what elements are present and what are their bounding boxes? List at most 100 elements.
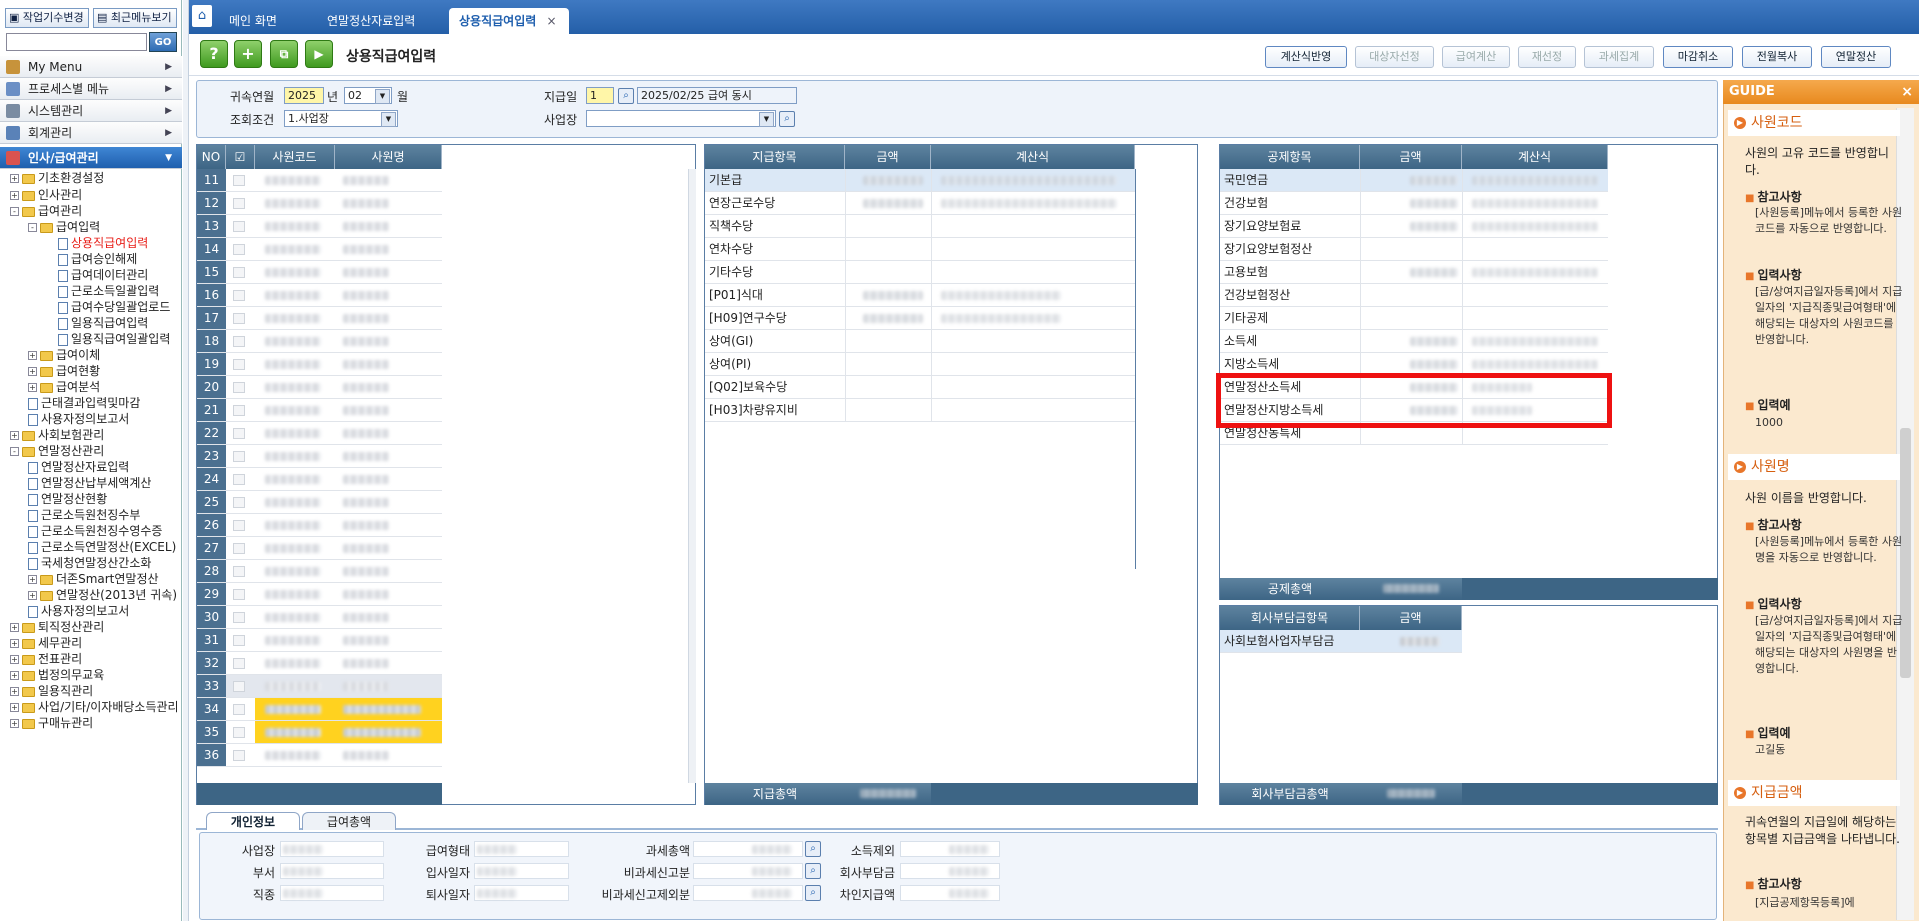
expand-icon[interactable]: + <box>10 191 19 200</box>
cancel-close-button[interactable]: 마감취소 <box>1663 46 1733 68</box>
table-row[interactable]: 16 <box>197 284 442 307</box>
tab-main[interactable]: 메인 화면 <box>229 8 277 34</box>
table-row[interactable]: 34 <box>197 698 442 721</box>
table-row[interactable]: 상여(PI) <box>705 353 1135 376</box>
condition-select[interactable]: 1.사업장 <box>284 110 398 127</box>
row-checkbox[interactable] <box>233 198 245 209</box>
table-row[interactable]: 소득세 <box>1220 330 1608 353</box>
tree-item[interactable]: 근로소득일괄입력 <box>58 283 159 299</box>
row-checkbox[interactable] <box>233 382 245 393</box>
expand-icon[interactable]: + <box>28 591 37 600</box>
month-select[interactable]: 02 <box>344 87 392 104</box>
row-checkbox[interactable] <box>233 175 245 186</box>
table-row[interactable]: 33 <box>197 675 442 698</box>
table-row[interactable]: 32 <box>197 652 442 675</box>
recent-menu-button[interactable]: ▤ 최근메뉴보기 <box>93 8 177 28</box>
tab-pay-total[interactable]: 급여총액 <box>302 812 396 830</box>
row-checkbox[interactable] <box>233 750 245 761</box>
row-checkbox[interactable] <box>233 497 245 508</box>
table-row[interactable]: 15 <box>197 261 442 284</box>
row-checkbox[interactable] <box>233 635 245 646</box>
row-checkbox[interactable] <box>233 244 245 255</box>
row-checkbox[interactable] <box>233 336 245 347</box>
table-row[interactable]: 13 <box>197 215 442 238</box>
table-row[interactable]: 28 <box>197 560 442 583</box>
menu-search-input[interactable] <box>6 33 147 51</box>
table-row[interactable]: [P01]식대 <box>705 284 1135 307</box>
panel-splitter[interactable] <box>183 0 189 921</box>
copy-prev-month-button[interactable]: 전월복사 <box>1742 46 1812 68</box>
tree-item[interactable]: + 급여분석 <box>28 379 100 395</box>
row-checkbox[interactable] <box>233 313 245 324</box>
tree-item[interactable]: 급여승인해제 <box>58 251 137 267</box>
pay-date-no-input[interactable]: 1 <box>586 87 614 104</box>
tree-item[interactable]: - 급여입력 <box>28 219 100 235</box>
row-checkbox[interactable] <box>233 681 245 692</box>
row-checkbox[interactable] <box>233 543 245 554</box>
menu-system[interactable]: 시스템관리 ▶ <box>0 100 182 122</box>
row-checkbox[interactable] <box>233 566 245 577</box>
expand-icon[interactable]: + <box>10 671 19 680</box>
row-checkbox[interactable] <box>233 267 245 278</box>
table-row[interactable]: 20 <box>197 376 442 399</box>
search-icon[interactable]: ⌕ <box>618 88 634 104</box>
play-button[interactable]: ▶ <box>305 40 333 68</box>
apply-formula-button[interactable]: 계산식반영 <box>1265 46 1347 68</box>
table-row[interactable]: 기타공제 <box>1220 307 1608 330</box>
row-checkbox[interactable] <box>233 612 245 623</box>
tree-item[interactable]: 급여수당일괄업로드 <box>58 299 170 315</box>
table-row[interactable]: 17 <box>197 307 442 330</box>
row-checkbox[interactable] <box>233 474 245 485</box>
close-icon[interactable]: × <box>1901 80 1913 104</box>
table-row[interactable]: [H03]차량유지비 <box>705 399 1135 422</box>
table-row[interactable]: 36 <box>197 744 442 767</box>
table-row[interactable]: 국민연금 <box>1220 169 1608 192</box>
tree-item[interactable]: 근태결과입력및마감 <box>28 395 140 411</box>
help-button[interactable]: ? <box>200 40 228 68</box>
tree-item[interactable]: 사용자정의보고서 <box>28 603 129 619</box>
table-row[interactable]: 23 <box>197 445 442 468</box>
tree-item[interactable]: 연말정산납부세액계산 <box>28 475 151 491</box>
table-row[interactable]: 장기요양보험료 <box>1220 215 1608 238</box>
tree-item[interactable]: 상용직급여입력 <box>58 235 148 251</box>
tree-item[interactable]: - 연말정산관리 <box>10 443 104 459</box>
table-row[interactable]: 기본급 <box>705 169 1135 192</box>
tree-item[interactable]: + 기초환경설정 <box>10 170 104 186</box>
expand-icon[interactable]: + <box>28 575 37 584</box>
table-row[interactable]: 건강보험정산 <box>1220 284 1608 307</box>
tree-item[interactable]: 근로소득원천징수부 <box>28 507 140 523</box>
menu-process[interactable]: 프로세스별 메뉴 ▶ <box>0 78 182 100</box>
table-row[interactable]: 14 <box>197 238 442 261</box>
home-icon[interactable]: ⌂ <box>192 5 212 27</box>
site-select[interactable] <box>586 110 776 127</box>
table-row[interactable]: 26 <box>197 514 442 537</box>
tree-item[interactable]: + 법정의무교육 <box>10 667 104 683</box>
reselect-button[interactable]: 재선정 <box>1518 46 1576 68</box>
table-row[interactable]: 연차수당 <box>705 238 1135 261</box>
collapse-icon[interactable]: - <box>10 447 19 456</box>
collapse-icon[interactable]: - <box>28 223 37 232</box>
row-checkbox[interactable] <box>233 221 245 232</box>
tree-item[interactable]: + 연말정산(2013년 귀속) <box>28 587 177 603</box>
tab-personal-info[interactable]: 개인정보 <box>206 812 300 830</box>
table-row[interactable]: 고용보험 <box>1220 261 1608 284</box>
table-row[interactable]: 연장근로수당 <box>705 192 1135 215</box>
table-row[interactable]: 24 <box>197 468 442 491</box>
expand-icon[interactable]: + <box>10 639 19 648</box>
table-row[interactable]: 장기요양보험정산 <box>1220 238 1608 261</box>
tab-regular-payroll[interactable]: 상용직급여입력 × <box>449 8 569 34</box>
table-row[interactable]: 상여(GI) <box>705 330 1135 353</box>
tree-item[interactable]: 근로소득연말정산(EXCEL) <box>28 539 176 555</box>
table-row[interactable]: 11 <box>197 169 442 192</box>
row-checkbox[interactable] <box>233 520 245 531</box>
tree-item[interactable]: + 급여이체 <box>28 347 100 363</box>
select-targets-button[interactable]: 대상자선정 <box>1355 46 1434 68</box>
tab-yearend-input[interactable]: 연말정산자료입력 <box>327 8 415 34</box>
table-row[interactable]: [H09]연구수당 <box>705 307 1135 330</box>
tree-item[interactable]: 연말정산현황 <box>28 491 107 507</box>
row-checkbox[interactable] <box>233 727 245 738</box>
tree-item[interactable]: 일용직급여일괄입력 <box>58 331 170 347</box>
table-row[interactable]: 12 <box>197 192 442 215</box>
tax-aggregate-button[interactable]: 과세집계 <box>1584 46 1654 68</box>
checkbox-icon[interactable]: ☑ <box>226 145 255 169</box>
